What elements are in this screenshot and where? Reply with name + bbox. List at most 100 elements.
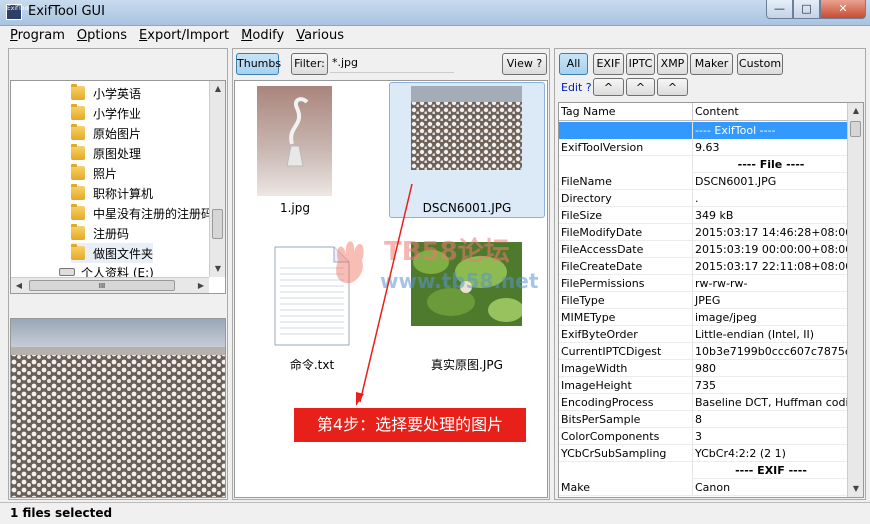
tree-item[interactable]: 注册码 bbox=[71, 223, 129, 243]
tree-horizontal-scrollbar[interactable]: ◀ III ▶ bbox=[11, 277, 209, 293]
tree-item[interactable]: 原始图片 bbox=[71, 123, 141, 143]
scroll-left-icon[interactable]: ◀ bbox=[11, 278, 27, 293]
table-row[interactable]: Directory. bbox=[559, 190, 849, 207]
table-row[interactable]: FileCreateDate 2015:03:17 22:11:08+08:00 bbox=[559, 258, 849, 275]
tree-item[interactable]: 小学英语 bbox=[71, 83, 141, 103]
tab-custom[interactable]: Custom bbox=[737, 53, 783, 75]
content-cell: 10b3e7199b0ccc607c7875ebfd bbox=[695, 345, 849, 358]
content-cell: ---- File ---- bbox=[737, 158, 805, 171]
column-header-content[interactable]: Content bbox=[693, 103, 849, 121]
app-icon: ExifTool bbox=[6, 4, 30, 20]
menu-modify[interactable]: Modify bbox=[235, 26, 290, 46]
minimize-icon[interactable]: — bbox=[766, 0, 793, 19]
tree-item-label: 做图文件夹 bbox=[93, 246, 154, 261]
tag-name-cell: EncodingProcess bbox=[559, 394, 693, 411]
move-up-button-3[interactable]: ^ bbox=[657, 78, 688, 96]
column-header-tag[interactable]: Tag Name bbox=[559, 103, 693, 121]
scroll-right-icon[interactable]: ▶ bbox=[193, 278, 209, 293]
tree-item[interactable]: 原图处理 bbox=[71, 143, 141, 163]
content-cell: 735 bbox=[695, 379, 716, 392]
scroll-thumb[interactable] bbox=[850, 121, 861, 137]
tag-name-cell: ExifByteOrder bbox=[559, 326, 693, 343]
tag-name-cell: FileName bbox=[559, 173, 693, 190]
table-row[interactable]: CurrentIPTCDigest10b3e7199b0ccc607c7875e… bbox=[559, 343, 849, 360]
tab-all[interactable]: All bbox=[559, 53, 588, 75]
folder-icon bbox=[71, 104, 85, 120]
content-cell: 980 bbox=[695, 362, 716, 375]
thumbs-button[interactable]: Thumbs bbox=[236, 53, 281, 75]
tab-xmp[interactable]: XMP bbox=[657, 53, 688, 75]
tag-name-cell: FileCreateDate bbox=[559, 258, 693, 275]
scroll-thumb[interactable]: III bbox=[29, 280, 175, 291]
content-cell: Baseline DCT, Huffman coding bbox=[695, 396, 849, 409]
tree-item-label: 职称计算机 bbox=[93, 186, 154, 201]
table-vertical-scrollbar[interactable]: ▲ ▼ bbox=[847, 103, 863, 497]
table-row[interactable]: YCbCrSubSampling YCbCr4:2:2 (2 1) bbox=[559, 445, 849, 462]
metadata-table: Tag Name Content ---- ExifTool ---- ExifT… bbox=[558, 102, 864, 498]
tree-item-label: 原始图片 bbox=[93, 126, 142, 141]
close-icon[interactable]: ✕ bbox=[820, 0, 866, 19]
menu-program[interactable]: Program bbox=[4, 26, 71, 46]
filter-input[interactable]: *.jpg bbox=[330, 53, 454, 73]
content-cell: . bbox=[695, 192, 699, 205]
move-up-button-1[interactable]: ^ bbox=[593, 78, 624, 96]
table-row[interactable]: ---- ExifTool ---- bbox=[559, 122, 849, 139]
folder-icon bbox=[71, 204, 85, 220]
table-row[interactable]: ---- File ---- bbox=[559, 156, 849, 173]
table-row[interactable]: FileModifyDate 2015:03:17 14:46:28+08:00 bbox=[559, 224, 849, 241]
tree-vertical-scrollbar[interactable]: ▲ ▼ bbox=[209, 81, 225, 277]
tree-item-selected[interactable]: 做图文件夹 bbox=[71, 243, 154, 263]
scroll-down-icon[interactable]: ▼ bbox=[848, 481, 863, 497]
edit-link[interactable]: Edit ? bbox=[561, 81, 592, 94]
menu-options[interactable]: Options bbox=[71, 26, 133, 46]
table-row[interactable]: Make Canon bbox=[559, 479, 849, 496]
tree-item[interactable]: 照片 bbox=[71, 163, 117, 183]
tag-name-cell: BitsPerSample bbox=[559, 411, 693, 428]
tree-item[interactable]: 中星没有注册的注册码 bbox=[71, 203, 213, 223]
scroll-up-icon[interactable]: ▲ bbox=[210, 81, 225, 97]
table-row[interactable]: FileSize 349 kB bbox=[559, 207, 849, 224]
table-row[interactable]: ColorComponents 3 bbox=[559, 428, 849, 445]
scroll-up-icon[interactable]: ▲ bbox=[848, 103, 863, 119]
maximize-icon[interactable]: □ bbox=[793, 0, 820, 19]
table-row[interactable]: MIMEType image/jpeg bbox=[559, 309, 849, 326]
tag-name-cell bbox=[559, 156, 693, 173]
content-cell: DSCN6001.JPG bbox=[695, 175, 777, 188]
tab-exif[interactable]: EXIF bbox=[593, 53, 624, 75]
table-row[interactable]: FileType JPEG bbox=[559, 292, 849, 309]
thumbnail-image bbox=[411, 86, 522, 170]
table-row[interactable]: ImageHeight 735 bbox=[559, 377, 849, 394]
tree-item[interactable]: 职称计算机 bbox=[71, 183, 153, 203]
tab-iptc[interactable]: IPTC bbox=[626, 53, 655, 75]
table-row[interactable]: FileName DSCN6001.JPG bbox=[559, 173, 849, 190]
table-row[interactable]: FilePermissions rw-rw-rw- bbox=[559, 275, 849, 292]
content-cell: YCbCr4:2:2 (2 1) bbox=[695, 447, 786, 460]
table-row[interactable]: EncodingProcess Baseline DCT, Huffman cod… bbox=[559, 394, 849, 411]
table-row[interactable]: ImageWidth 980 bbox=[559, 360, 849, 377]
view-button[interactable]: View ? bbox=[502, 53, 547, 75]
window-title: ExifTool GUI bbox=[28, 4, 105, 19]
tag-name-cell: FilePermissions bbox=[559, 275, 693, 292]
content-cell: 2015:03:17 22:11:08+08:00 bbox=[695, 260, 849, 273]
table-row[interactable]: FileAccessDate 2015:03:19 00:00:00+08:00 bbox=[559, 241, 849, 258]
table-row[interactable]: ExifToolVersion 9.63 bbox=[559, 139, 849, 156]
tab-maker[interactable]: Maker bbox=[690, 53, 733, 75]
scroll-down-icon[interactable]: ▼ bbox=[210, 261, 225, 277]
table-row[interactable]: BitsPerSample 8 bbox=[559, 411, 849, 428]
tree-item-label: 小学作业 bbox=[93, 106, 142, 121]
menu-export-import[interactable]: Export/Import bbox=[133, 26, 235, 46]
title-bar: ExifTool ExifTool GUI — □ ✕ bbox=[0, 0, 870, 26]
tree-item[interactable]: 小学作业 bbox=[71, 103, 141, 123]
content-cell: 349 kB bbox=[695, 209, 734, 222]
tree-item-label: 小学英语 bbox=[93, 86, 142, 101]
table-row[interactable]: ---- EXIF ---- bbox=[559, 462, 849, 479]
annotation-callout: 第4步：选择要处理的图片 bbox=[294, 408, 526, 442]
text-file-icon bbox=[274, 246, 350, 346]
drive-icon bbox=[59, 268, 75, 276]
tag-name-cell: ImageHeight bbox=[559, 377, 693, 394]
filter-button[interactable]: Filter: bbox=[291, 53, 328, 75]
content-cell: ---- ExifTool ---- bbox=[693, 122, 849, 139]
table-row[interactable]: ExifByteOrder Little-endian (Intel, II) bbox=[559, 326, 849, 343]
menu-various[interactable]: Various bbox=[290, 26, 350, 46]
move-up-button-2[interactable]: ^ bbox=[626, 78, 655, 96]
